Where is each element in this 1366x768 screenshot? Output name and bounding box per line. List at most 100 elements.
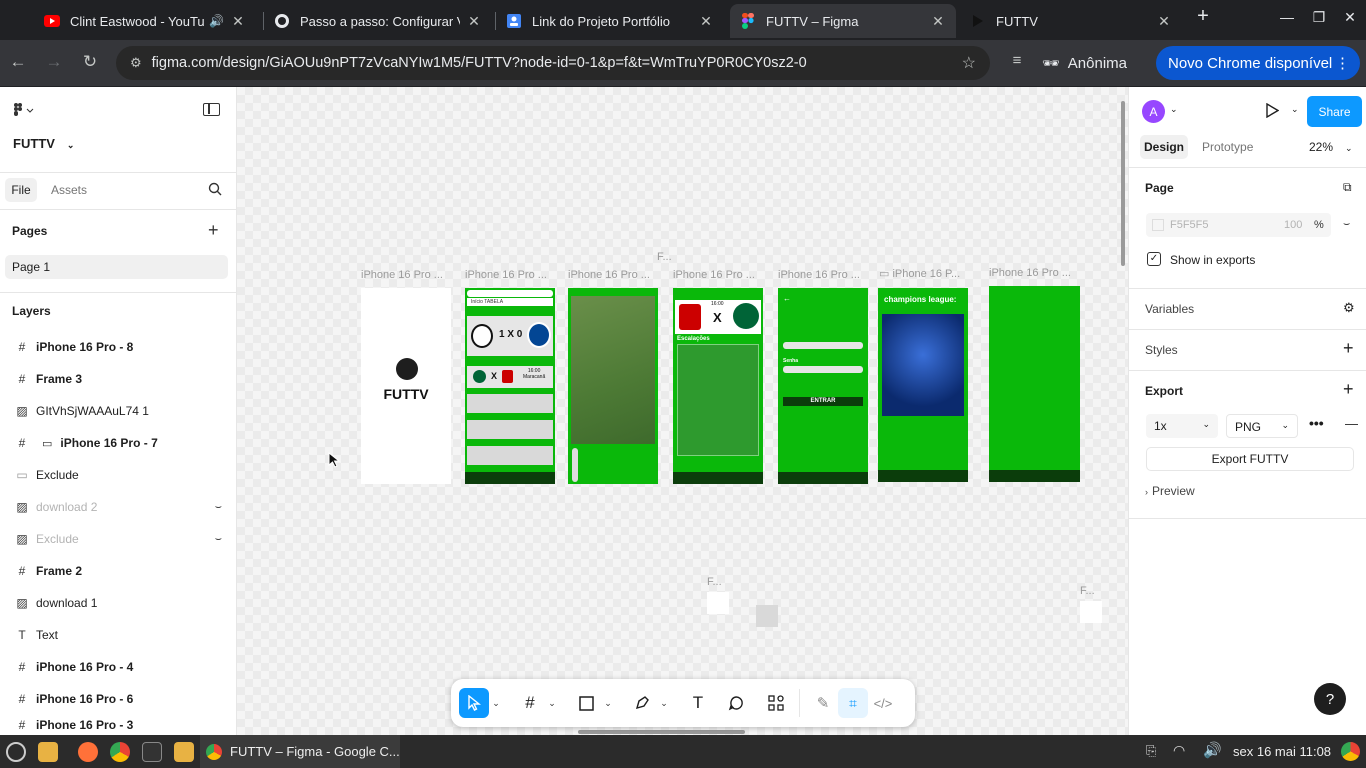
actions-tool-button[interactable]: [761, 688, 791, 718]
back-button[interactable]: ←: [7, 52, 29, 72]
styles-title[interactable]: Styles: [1145, 343, 1178, 357]
toggle-sidebar-icon[interactable]: [203, 103, 220, 116]
update-chrome-button[interactable]: Novo Chrome disponível ⋮: [1156, 46, 1360, 80]
close-tab-icon[interactable]: ✕: [230, 13, 246, 30]
dev-mode-button[interactable]: </>: [868, 688, 898, 718]
checkbox-icon[interactable]: ✓: [1147, 252, 1161, 266]
export-scale-select[interactable]: 1x ⌄: [1146, 414, 1218, 438]
close-tab-icon[interactable]: ✕: [466, 13, 482, 30]
variables-icon[interactable]: ⚙: [1343, 300, 1355, 316]
avatar[interactable]: A: [1142, 100, 1165, 123]
horizontal-scrollbar[interactable]: [578, 730, 745, 734]
hidden-eye-icon[interactable]: ⌣: [1343, 218, 1350, 231]
chevron-down-icon[interactable]: ⌄: [489, 698, 503, 709]
share-button[interactable]: Share: [1307, 96, 1362, 127]
chevron-down-icon[interactable]: ⌄: [657, 698, 671, 709]
home-frame[interactable]: Início TABELA 1 X 0 X 16:00 Maracanã: [465, 288, 555, 484]
incognito-badge[interactable]: 🕶 Anônima: [1042, 48, 1127, 78]
frame-label[interactable]: iPhone 16 Pro ...: [568, 269, 658, 281]
vertical-scrollbar[interactable]: [1121, 101, 1125, 266]
pen-tool-button[interactable]: [627, 688, 657, 718]
tab-design[interactable]: Design: [1140, 135, 1188, 159]
minimize-button[interactable]: —: [1275, 9, 1299, 25]
maximize-button[interactable]: ❐: [1307, 9, 1331, 26]
variables-title[interactable]: Variables: [1145, 302, 1194, 316]
chevron-down-icon[interactable]: ⌄: [601, 698, 615, 709]
new-tab-button[interactable]: +: [1191, 5, 1215, 28]
frame-label[interactable]: ▭ iPhone 16 P...: [879, 267, 971, 280]
layer-row[interactable]: ▨ download 2 ⌣: [0, 491, 236, 523]
layer-row[interactable]: T Text: [0, 619, 236, 651]
export-format-select[interactable]: PNG ⌄: [1226, 414, 1298, 438]
tab-prototype[interactable]: Prototype: [1202, 140, 1253, 154]
layer-row[interactable]: # ▭ iPhone 16 Pro - 7: [0, 427, 236, 459]
frame-label[interactable]: iPhone 16 Pro ...: [778, 269, 868, 281]
comment-tool-button[interactable]: [721, 688, 751, 718]
small-frame[interactable]: [707, 592, 729, 614]
present-play-icon[interactable]: [1266, 102, 1280, 121]
login-frame[interactable]: ← Senha ENTRAR: [778, 288, 868, 484]
background-fill-field[interactable]: F5F5F5 100 %: [1146, 213, 1331, 237]
rectangle-tool-button[interactable]: [571, 688, 601, 718]
forward-button[interactable]: →: [43, 52, 65, 72]
preview-toggle[interactable]: › Preview: [1145, 484, 1195, 498]
blank-frame[interactable]: [989, 286, 1080, 482]
hidden-eye-icon[interactable]: ⌣: [215, 533, 222, 546]
remove-export-icon[interactable]: —: [1345, 416, 1358, 431]
frame-label[interactable]: iPhone 16 Pro ...: [361, 269, 451, 281]
move-tool-button[interactable]: [459, 688, 489, 718]
page-settings-icon[interactable]: ⧉: [1343, 180, 1352, 195]
firefox-icon[interactable]: [78, 742, 98, 762]
close-tab-icon[interactable]: ✕: [698, 13, 714, 30]
bookmark-star-icon[interactable]: ☆: [962, 53, 976, 73]
close-tab-icon[interactable]: ✕: [930, 13, 946, 30]
color-swatch[interactable]: [1152, 219, 1164, 231]
tab-assets[interactable]: Assets: [51, 183, 87, 197]
export-button[interactable]: Export FUTTV: [1146, 447, 1354, 471]
folder-icon[interactable]: [174, 742, 194, 762]
tab-futtv[interactable]: FUTTV ✕: [960, 4, 1182, 38]
design-canvas[interactable]: F... iPhone 16 Pro ... iPhone 16 Pro ...…: [237, 87, 1128, 735]
design-mode-button[interactable]: ⌗: [838, 688, 868, 718]
add-style-icon[interactable]: +: [1343, 338, 1354, 359]
layer-row[interactable]: # iPhone 16 Pro - 6: [0, 683, 236, 715]
frame-label[interactable]: iPhone 16 Pro ...: [989, 267, 1079, 279]
match-detail-frame[interactable]: 16:00 X Escalações: [673, 288, 763, 484]
chevron-down-icon[interactable]: ⌄: [545, 698, 559, 709]
splash-frame[interactable]: FUTTV: [361, 288, 451, 484]
layer-row[interactable]: # Frame 2: [0, 555, 236, 587]
chrome-tray-icon[interactable]: [1341, 742, 1360, 761]
search-icon[interactable]: [208, 182, 222, 199]
figma-menu-icon[interactable]: [13, 102, 35, 121]
layer-row[interactable]: # iPhone 16 Pro - 4: [0, 651, 236, 683]
page-item[interactable]: Page 1: [5, 255, 228, 279]
video-frame[interactable]: [568, 288, 658, 484]
small-frame[interactable]: [756, 605, 778, 627]
close-window-button[interactable]: ✕: [1338, 9, 1362, 26]
layer-row[interactable]: ▨ Exclude ⌣: [0, 523, 236, 555]
layer-row[interactable]: ▨ GItVhSjWAAAuL74 1: [0, 395, 236, 427]
tab-github[interactable]: Passo a passo: Configurar V ✕: [264, 4, 492, 38]
files-icon[interactable]: [38, 742, 58, 762]
add-export-icon[interactable]: +: [1343, 379, 1354, 400]
media-control-icon[interactable]: ≡: [1006, 52, 1028, 69]
site-info-icon[interactable]: ⚙: [130, 55, 142, 71]
file-name[interactable]: FUTTV ⌄: [13, 136, 74, 151]
clipboard-icon[interactable]: ⎘: [1146, 743, 1156, 759]
hidden-eye-icon[interactable]: ⌣: [215, 501, 222, 514]
small-frame[interactable]: [1080, 601, 1102, 623]
volume-icon[interactable]: 🔊: [1203, 741, 1222, 759]
layer-row[interactable]: # Frame 3: [0, 363, 236, 395]
tab-file[interactable]: File: [5, 178, 37, 202]
add-page-icon[interactable]: +: [208, 220, 219, 241]
draw-mode-button[interactable]: ✎: [808, 688, 838, 718]
reload-button[interactable]: ↻: [79, 52, 101, 72]
chevron-down-icon[interactable]: ⌄: [1291, 104, 1299, 115]
layer-row[interactable]: # iPhone 16 Pro - 3: [0, 715, 236, 735]
chevron-down-icon[interactable]: ⌄: [1170, 104, 1178, 115]
zoom-level[interactable]: 22% ⌄: [1309, 140, 1353, 154]
tab-figma-active[interactable]: FUTTV – Figma ✕: [730, 4, 956, 38]
tab-youtube[interactable]: Clint Eastwood - YouTube 🔊 ✕: [34, 4, 256, 38]
more-options-icon[interactable]: •••: [1309, 415, 1324, 431]
wifi-icon[interactable]: ◠: [1173, 742, 1185, 759]
